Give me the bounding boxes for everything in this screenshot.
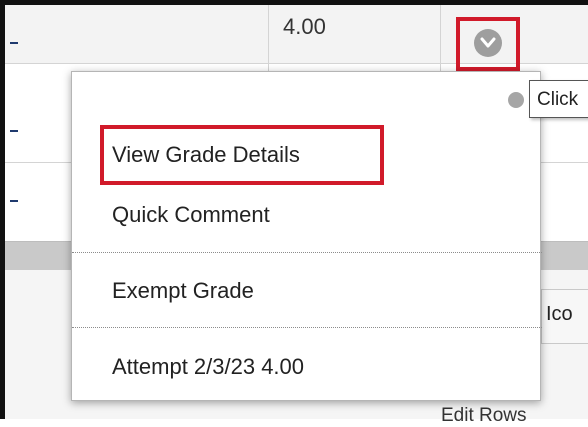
icon-legend-button[interactable]: Ico <box>541 289 588 344</box>
menu-divider <box>72 327 542 328</box>
chevron-down-icon <box>480 37 496 48</box>
grade-context-menu: View Grade Details Quick Comment Exempt … <box>71 71 542 401</box>
row-marker <box>10 200 18 202</box>
grade-cell-value[interactable]: 4.00 <box>283 14 326 40</box>
menu-item-attempt[interactable]: Attempt 2/3/23 4.00 <box>112 354 304 380</box>
edit-rows-link[interactable]: Edit Rows <box>441 405 527 427</box>
chevron-down-circle-icon[interactable] <box>508 92 524 108</box>
row-marker <box>10 42 18 44</box>
chevron-down-circle-icon[interactable] <box>474 29 502 57</box>
tooltip: Click <box>529 80 588 118</box>
row-menu-button-highlight[interactable] <box>456 17 520 71</box>
menu-item-exempt-grade[interactable]: Exempt Grade <box>112 278 254 304</box>
row-marker <box>10 130 18 132</box>
menu-item-quick-comment[interactable]: Quick Comment <box>112 202 270 228</box>
menu-item-view-grade-details[interactable]: View Grade Details <box>112 142 300 168</box>
menu-divider <box>72 252 542 253</box>
